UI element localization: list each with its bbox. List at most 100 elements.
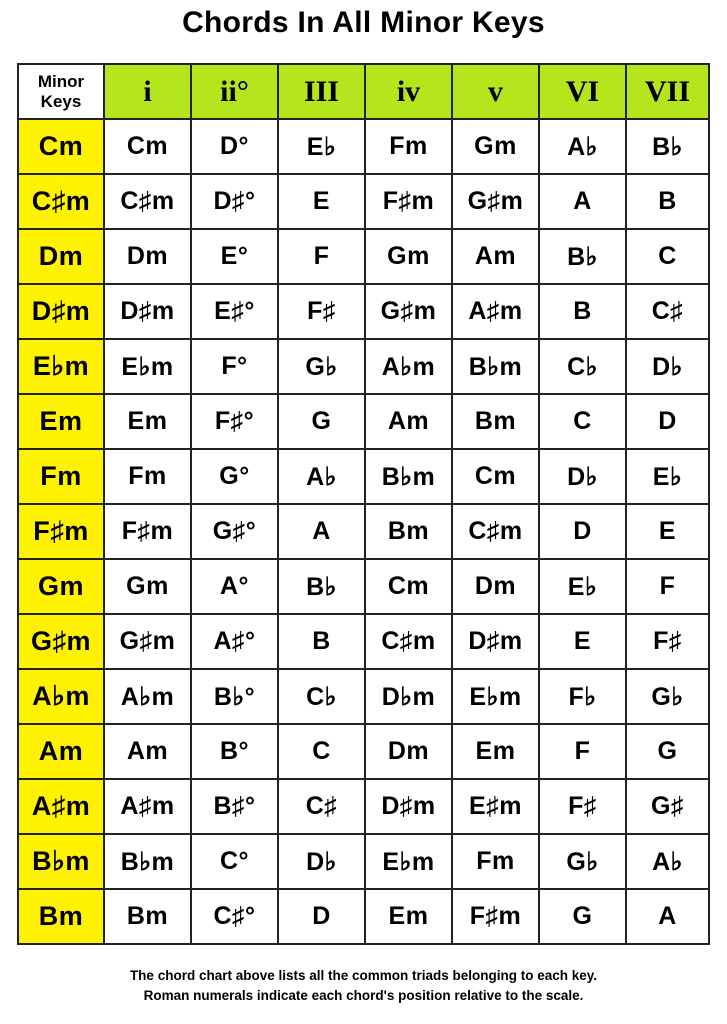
chord-cell: B bbox=[538, 283, 627, 340]
degree-header: v bbox=[451, 63, 540, 120]
chord-cell: Cm bbox=[103, 118, 192, 175]
chord-cell: F♭ bbox=[538, 668, 627, 725]
chord-cell: Bm bbox=[364, 503, 453, 560]
chord-cell: B bbox=[625, 173, 710, 230]
chord-cell: Cm bbox=[364, 558, 453, 615]
chord-cell: C♭ bbox=[538, 338, 627, 395]
chord-cell: F♯° bbox=[190, 393, 279, 450]
degree-header: ii° bbox=[190, 63, 279, 120]
degree-header: VI bbox=[538, 63, 627, 120]
chord-cell: Am bbox=[103, 723, 192, 780]
table-row: E♭m E♭m F° G♭ A♭m B♭m C♭ D♭ bbox=[17, 338, 710, 395]
table-row: G♯m G♯m A♯° B C♯m D♯m E F♯ bbox=[17, 613, 710, 670]
chord-cell: Gm bbox=[103, 558, 192, 615]
chord-cell: E♯° bbox=[190, 283, 279, 340]
minor-key-cell: C♯m bbox=[17, 173, 105, 230]
chord-cell: F♯ bbox=[625, 613, 710, 670]
chord-cell: Em bbox=[451, 723, 540, 780]
chord-cell: Dm bbox=[451, 558, 540, 615]
minor-key-cell: A♯m bbox=[17, 778, 105, 835]
chord-cell: D♭ bbox=[538, 448, 627, 505]
minor-key-cell: E♭m bbox=[17, 338, 105, 395]
table-row: Am Am B° C Dm Em F G bbox=[17, 723, 710, 780]
chord-cell: Bm bbox=[103, 888, 192, 945]
chord-cell: F♯m bbox=[364, 173, 453, 230]
chord-cell: D♭ bbox=[277, 833, 366, 890]
table-row: Gm Gm A° B♭ Cm Dm E♭ F bbox=[17, 558, 710, 615]
corner-label-line1: Minor bbox=[37, 71, 85, 91]
chord-cell: G♯m bbox=[103, 613, 192, 670]
chord-cell: D bbox=[277, 888, 366, 945]
chord-cell: G bbox=[277, 393, 366, 450]
chord-cell: D bbox=[538, 503, 627, 560]
chord-cell: F bbox=[277, 228, 366, 285]
chord-cell: A bbox=[625, 888, 710, 945]
chord-cell: G♯m bbox=[451, 173, 540, 230]
chord-cell: Em bbox=[364, 888, 453, 945]
chord-cell: D♯° bbox=[190, 173, 279, 230]
table-row: A♯m A♯m B♯° C♯ D♯m E♯m F♯ G♯ bbox=[17, 778, 710, 835]
chord-cell: A♭m bbox=[364, 338, 453, 395]
chord-cell: D bbox=[625, 393, 710, 450]
chord-cell: E♭ bbox=[277, 118, 366, 175]
chord-cell: A° bbox=[190, 558, 279, 615]
page-title: Chords In All Minor Keys bbox=[182, 6, 545, 39]
chord-cell: Bm bbox=[451, 393, 540, 450]
chord-cell: D° bbox=[190, 118, 279, 175]
chord-cell: D♭ bbox=[625, 338, 710, 395]
chord-cell: Gm bbox=[451, 118, 540, 175]
table-row: F♯m F♯m G♯° A Bm C♯m D E bbox=[17, 503, 710, 560]
chord-cell: C♯m bbox=[451, 503, 540, 560]
chord-cell: Fm bbox=[364, 118, 453, 175]
chord-cell: E♭ bbox=[625, 448, 710, 505]
header-row: Minor Keys i ii° III iv v VI VII bbox=[17, 63, 710, 120]
chord-cell: B♯° bbox=[190, 778, 279, 835]
chord-cell: G♯° bbox=[190, 503, 279, 560]
minor-key-chord-table: Minor Keys i ii° III iv v VI VII Cm Cm D° E… bbox=[17, 63, 710, 945]
chord-cell: B° bbox=[190, 723, 279, 780]
chord-cell: E♭ bbox=[538, 558, 627, 615]
minor-key-cell: G♯m bbox=[17, 613, 105, 670]
minor-key-cell: Am bbox=[17, 723, 105, 780]
chord-cell: C♯ bbox=[277, 778, 366, 835]
table-row: B♭m B♭m C° D♭ E♭m Fm G♭ A♭ bbox=[17, 833, 710, 890]
chord-cell: Fm bbox=[451, 833, 540, 890]
table-row: Fm Fm G° A♭ B♭m Cm D♭ E♭ bbox=[17, 448, 710, 505]
chord-cell: E♭m bbox=[103, 338, 192, 395]
chord-cell: G♭ bbox=[277, 338, 366, 395]
chord-cell: D♭m bbox=[364, 668, 453, 725]
chord-cell: F♯m bbox=[103, 503, 192, 560]
minor-key-cell: Fm bbox=[17, 448, 105, 505]
chord-cell: G♭ bbox=[625, 668, 710, 725]
table-row: Cm Cm D° E♭ Fm Gm A♭ B♭ bbox=[17, 118, 710, 175]
chord-cell: G° bbox=[190, 448, 279, 505]
table-body: Cm Cm D° E♭ Fm Gm A♭ B♭ C♯m C♯m D♯° E F♯m G♯m A B Dm Dm E°… bbox=[17, 118, 710, 945]
chord-cell: E bbox=[625, 503, 710, 560]
chord-cell: D♯m bbox=[451, 613, 540, 670]
chord-cell: B♭ bbox=[538, 228, 627, 285]
chord-cell: Em bbox=[103, 393, 192, 450]
chord-cell: C bbox=[277, 723, 366, 780]
chord-cell: C♯m bbox=[103, 173, 192, 230]
table-row: Dm Dm E° F Gm Am B♭ C bbox=[17, 228, 710, 285]
chord-cell: A♭ bbox=[538, 118, 627, 175]
chord-cell: F♯ bbox=[277, 283, 366, 340]
chord-cell: C♯° bbox=[190, 888, 279, 945]
chord-cell: B bbox=[277, 613, 366, 670]
chord-cell: A♯m bbox=[103, 778, 192, 835]
chord-cell: A♭ bbox=[277, 448, 366, 505]
footer-line-1: The chord chart above lists all the comm… bbox=[129, 968, 598, 983]
chord-cell: A♭m bbox=[103, 668, 192, 725]
chord-cell: C° bbox=[190, 833, 279, 890]
chord-cell: Am bbox=[451, 228, 540, 285]
degree-header: VII bbox=[625, 63, 710, 120]
degree-header: III bbox=[277, 63, 366, 120]
chord-cell: F bbox=[625, 558, 710, 615]
minor-key-cell: Cm bbox=[17, 118, 105, 175]
chord-cell: E° bbox=[190, 228, 279, 285]
chord-cell: F bbox=[538, 723, 627, 780]
chord-cell: E♭m bbox=[451, 668, 540, 725]
chord-cell: B♭ bbox=[277, 558, 366, 615]
chord-cell: C♭ bbox=[277, 668, 366, 725]
chord-cell: C bbox=[538, 393, 627, 450]
